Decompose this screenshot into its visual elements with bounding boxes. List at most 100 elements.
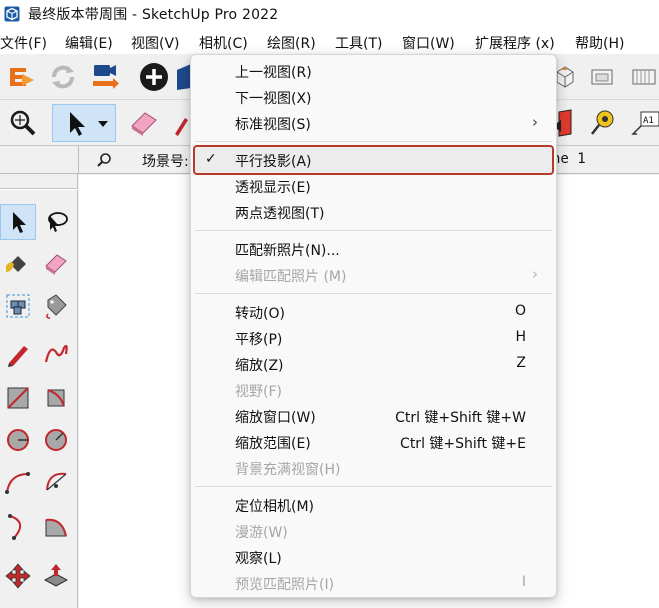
menu-item-label: 缩放(Z) (235, 358, 284, 374)
menu-item-match-new-photo[interactable]: 匹配新照片(N)... (195, 236, 552, 262)
menu-item-standard-views[interactable]: 标准视图(S) › (195, 110, 552, 136)
menu-item-label: 转动(O) (235, 306, 285, 322)
line-tool-button[interactable] (170, 104, 190, 142)
menu-bar: 文件(F) 编辑(E) 视图(V) 相机(C) 绘图(R) 工具(T) 窗口(W… (0, 28, 659, 54)
menu-item-zoom-to-photo: 背景充满视窗(H) (195, 455, 552, 481)
paint-bucket-tool[interactable] (0, 246, 36, 282)
push-pull-tool[interactable] (38, 558, 74, 594)
menu-item-label: 平移(P) (235, 332, 283, 348)
scene-search-button[interactable] (78, 146, 128, 174)
menu-help[interactable]: 帮助(H) (575, 33, 624, 53)
warehouse-button[interactable] (172, 58, 192, 96)
tape-measure-button[interactable] (586, 104, 620, 142)
menu-item-perspective[interactable]: 透视显示(E) (195, 173, 552, 199)
two-point-arc-tool[interactable] (38, 464, 74, 500)
menu-tools[interactable]: 工具(T) (335, 33, 382, 53)
make-component-tool[interactable] (0, 288, 36, 324)
view-right-button[interactable] (626, 58, 659, 96)
menu-item-label: 预览匹配照片(I) (235, 577, 335, 593)
extension-warehouse-icon (10, 68, 34, 86)
cube-icon (177, 64, 191, 90)
chevron-right-icon: › (532, 113, 538, 131)
arc-icon (5, 472, 30, 494)
eraser-tool[interactable] (38, 246, 74, 282)
menu-item-position-camera[interactable]: 定位相机(M) (195, 492, 552, 518)
lasso-tool[interactable] (38, 204, 74, 240)
large-tool-set (0, 174, 78, 608)
tape-measure-icon (591, 110, 614, 135)
menu-item-zoom-extents[interactable]: 缩放范围(E) Ctrl 键+Shift 键+E (195, 429, 552, 455)
menu-separator (195, 293, 552, 294)
menu-item-shortcut: H (515, 329, 526, 345)
rotate-tool[interactable] (0, 600, 36, 608)
polygon-tool[interactable] (38, 422, 74, 458)
tag-icon (46, 294, 67, 319)
pencil-icon (8, 346, 28, 367)
move-tool[interactable] (0, 558, 36, 594)
view-front-button[interactable] (585, 58, 619, 96)
text-tool-button[interactable]: A1 (626, 104, 659, 142)
arc-tool[interactable] (0, 464, 36, 500)
menu-item-next-view[interactable]: 下一视图(X) (195, 84, 552, 110)
freehand-tool[interactable] (38, 336, 74, 372)
menu-item-label: 定位相机(M) (235, 499, 315, 515)
menu-item-pan[interactable]: 平移(P) H (195, 325, 552, 351)
three-point-arc-tool[interactable] (0, 508, 36, 544)
menu-view[interactable]: 视图(V) (131, 33, 180, 53)
menu-separator (195, 486, 552, 487)
circle-tool[interactable] (0, 422, 36, 458)
extension-warehouse-button[interactable] (2, 58, 40, 96)
select-tool[interactable] (0, 204, 36, 240)
menu-camera[interactable]: 相机(C) (199, 33, 248, 53)
menu-item-label: 透视显示(E) (235, 180, 311, 196)
menu-item-zoom-window[interactable]: 缩放窗口(W) Ctrl 键+Shift 键+W (195, 403, 552, 429)
eraser-tool-button[interactable] (125, 104, 163, 142)
svg-text:A1: A1 (643, 116, 654, 126)
chevron-right-icon: › (532, 265, 538, 283)
add-component-button[interactable] (135, 58, 173, 96)
menu-item-label: 背景充满视窗(H) (235, 462, 341, 478)
select-tool-button[interactable] (52, 104, 116, 142)
pie-icon (45, 518, 67, 537)
rotated-rectangle-icon (47, 389, 65, 407)
scene-transfer-button[interactable] (86, 58, 124, 96)
menu-window[interactable]: 窗口(W) (402, 33, 455, 53)
pie-tool[interactable] (38, 508, 74, 544)
text-label-icon: A1 (630, 111, 659, 135)
line-tool[interactable] (0, 336, 36, 372)
rectangle-tool[interactable] (0, 380, 36, 416)
tag-tool[interactable] (38, 288, 74, 324)
menu-item-shortcut: I (521, 574, 526, 590)
cursor-arrow-icon (70, 112, 108, 136)
menu-draw[interactable]: 绘图(R) (267, 33, 316, 53)
menu-item-look-around[interactable]: 观察(L) (195, 544, 552, 570)
menu-item-label: 缩放窗口(W) (235, 410, 316, 426)
menu-extensions[interactable]: 扩展程序 (x) (475, 33, 555, 53)
sketchup-logo-icon (4, 6, 20, 22)
menu-item-label: 上一视图(R) (235, 65, 312, 81)
sync-button[interactable] (44, 58, 82, 96)
menu-item-previous-view[interactable]: 上一视图(R) (195, 58, 552, 84)
menu-item-field-of-view: 视野(F) (195, 377, 552, 403)
camera-transfer-icon (93, 65, 119, 89)
menu-file[interactable]: 文件(F) (0, 33, 47, 53)
menu-separator (195, 230, 552, 231)
follow-me-tool[interactable] (38, 600, 74, 608)
circle-icon (7, 429, 29, 451)
menu-item-two-point-perspective[interactable]: 两点透视图(T) (195, 199, 552, 225)
rotated-rectangle-tool[interactable] (38, 380, 74, 416)
eraser-icon (131, 112, 157, 136)
lasso-select-icon (48, 212, 68, 232)
menu-item-zoom[interactable]: 缩放(Z) Z (195, 351, 552, 377)
zoom-extents-button[interactable] (4, 104, 42, 142)
menu-item-label: 两点透视图(T) (235, 206, 325, 222)
refresh-icon (52, 65, 74, 89)
scene-tab[interactable]: ne 1 (552, 151, 586, 167)
menu-item-shortcut: Ctrl 键+Shift 键+W (395, 410, 526, 426)
scene-number-label: 场景号: (142, 154, 189, 170)
menu-item-parallel-projection[interactable]: ✓ 平行投影(A) (193, 145, 554, 175)
camera-menu-dropdown: 上一视图(R) 下一视图(X) 标准视图(S) › ✓ 平行投影(A) 透视显示… (190, 54, 557, 598)
rectangle-icon (7, 387, 29, 409)
menu-item-orbit[interactable]: 转动(O) O (195, 299, 552, 325)
menu-edit[interactable]: 编辑(E) (65, 33, 113, 53)
